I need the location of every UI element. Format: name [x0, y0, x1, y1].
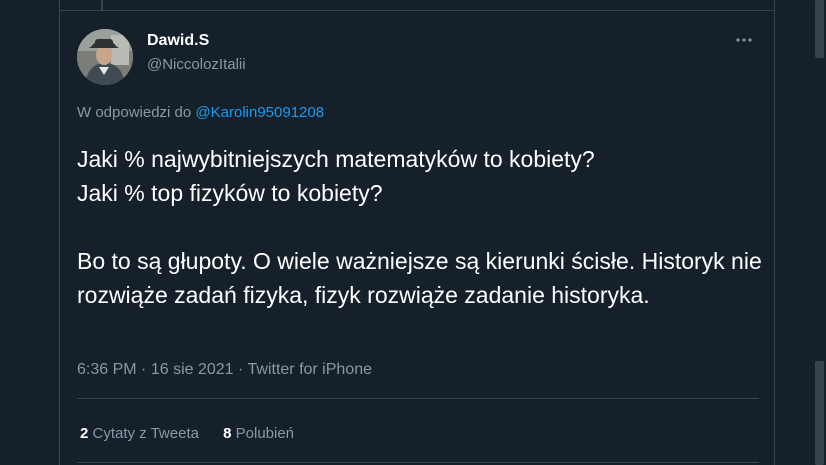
timeline-left-border — [59, 0, 60, 465]
tweet-stats: 2 Cytaty z Tweeta 8 Polubień — [80, 424, 314, 444]
quotes-count: 2 — [80, 425, 89, 442]
avatar[interactable] — [77, 29, 133, 85]
avatar-image — [77, 29, 133, 85]
top-divider — [60, 10, 774, 11]
meta-separator: · — [238, 361, 244, 378]
more-horizontal-icon — [736, 38, 752, 42]
scrollbar-thumb-lower[interactable] — [815, 361, 824, 465]
likes-count: 8 — [223, 425, 232, 442]
reply-context-prefix: W odpowiedzi do — [77, 104, 192, 121]
meta-separator: · — [141, 361, 147, 378]
likes-stat[interactable]: 8 Polubień — [223, 424, 294, 444]
author-handle[interactable]: @NiccolozItalii — [147, 55, 246, 75]
tweet-source[interactable]: Twitter for iPhone — [248, 361, 373, 378]
author-display-name[interactable]: Dawid.S — [147, 31, 209, 51]
reply-mention-link[interactable]: @Karolin95091208 — [195, 104, 324, 121]
quotes-stat[interactable]: 2 Cytaty z Tweeta — [80, 424, 199, 444]
tweet-date[interactable]: 16 sie 2021 — [151, 361, 234, 378]
likes-label: Polubień — [235, 425, 295, 442]
tweet-page: Dawid.S @NiccolozItalii W odpowiedzi do … — [0, 0, 826, 465]
tweet-meta: 6:36 PM · 16 sie 2021 · Twitter for iPho… — [77, 360, 372, 380]
stats-divider — [77, 462, 759, 463]
quotes-label: Cytaty z Tweeta — [92, 425, 199, 442]
thread-connector-line — [101, 0, 103, 10]
scrollbar-thumb-upper[interactable] — [815, 0, 824, 58]
meta-divider — [77, 398, 759, 399]
more-options-button[interactable] — [729, 30, 759, 54]
tweet-text: Jaki % najwybitniejszych matematyków to … — [77, 146, 762, 308]
reply-context: W odpowiedzi do @Karolin95091208 — [77, 103, 324, 123]
tweet-time[interactable]: 6:36 PM — [77, 361, 137, 378]
